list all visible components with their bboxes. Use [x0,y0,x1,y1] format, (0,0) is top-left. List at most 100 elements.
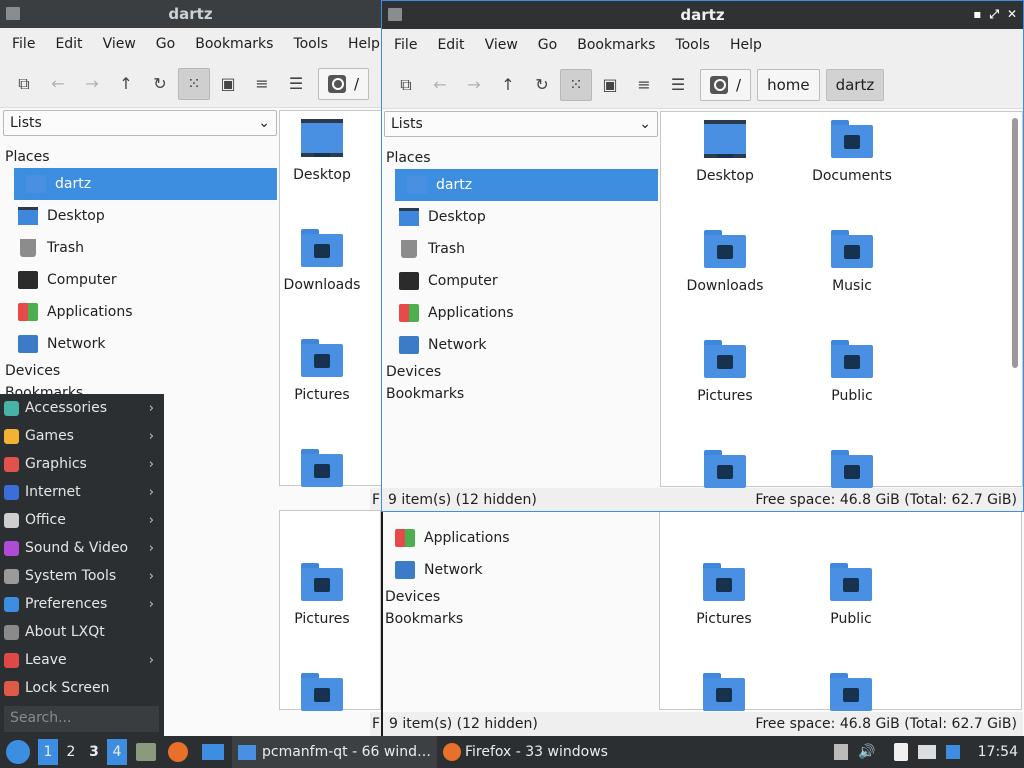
menu-view[interactable]: View [93,36,146,52]
icon-view-icon[interactable]: ⁙ [178,67,210,100]
clock[interactable]: 17:54 [978,744,1018,760]
menu-item-internet[interactable]: Internet › [0,478,164,506]
window-titlebar[interactable]: dartz [0,0,381,28]
menu-tools[interactable]: Tools [283,36,338,52]
menu-file[interactable]: File [384,37,427,53]
path-home-button[interactable]: home [757,68,820,101]
restore-icon[interactable]: ⤢ [989,7,999,22]
thumbnail-view-icon[interactable]: ▣ [594,69,626,101]
place-home[interactable]: dartz [395,169,658,201]
file-view[interactable]: Desktop Downloads Pictures [279,110,381,487]
new-window-icon[interactable]: ⧉ [8,68,40,100]
reload-icon[interactable]: ↻ [526,69,558,101]
place-network[interactable]: Network [387,329,658,361]
menu-item-games[interactable]: Games › [0,422,164,450]
up-arrow-icon[interactable]: ↑ [492,69,524,101]
menu-go[interactable]: Go [146,36,185,52]
file-pictures[interactable]: Pictures [258,339,381,403]
back-devices-label[interactable]: Devices [383,586,659,608]
file-downloads[interactable]: Downloads [661,230,789,294]
removable-media-icon[interactable] [834,744,849,760]
icon-view-icon[interactable]: ⁙ [560,68,592,101]
workspace-2[interactable]: 2 [61,739,81,765]
bookmarks-label[interactable]: Bookmarks [384,383,658,405]
menu-item-system-tools[interactable]: System Tools › [0,562,164,590]
file-documents[interactable]: Documents [788,120,916,184]
show-desktop-icon[interactable] [202,744,224,760]
file-public[interactable]: Public [788,340,916,404]
task-firefox[interactable]: Firefox - 33 windows [437,736,614,768]
close-icon[interactable]: ✕ [1007,7,1017,22]
menu-file[interactable]: File [2,36,45,52]
place-applications[interactable]: Applications [387,297,658,329]
menu-item-lock-screen[interactable]: Lock Screen [0,674,164,702]
place-desktop[interactable]: Desktop [6,200,277,232]
volume-icon[interactable]: 🔊 [858,744,875,760]
menu-view[interactable]: View [475,37,528,53]
menu-help[interactable]: Help [338,36,381,52]
back-file-pictures-left[interactable]: Pictures [258,563,386,627]
minimize-icon[interactable]: ▪ [973,7,981,22]
path-root-button[interactable]: / [318,67,370,100]
side-pane-mode-select[interactable]: Lists ⌄ [384,111,658,137]
place-desktop[interactable]: Desktop [387,201,658,233]
compact-view-icon[interactable]: ≡ [628,69,660,101]
back-file-pictures[interactable]: Pictures [660,563,788,627]
back-place-applications[interactable]: Applications [383,522,659,554]
update-notifier-icon[interactable] [945,745,960,759]
file-music[interactable]: Music [788,230,916,294]
back-file-view[interactable]: Pictures Public [659,510,1022,711]
thumbnail-view-icon[interactable]: ▣ [212,68,244,100]
new-window-icon[interactable]: ⧉ [390,69,422,101]
menu-search-input[interactable]: Search... [4,706,159,732]
menu-item-sound-video[interactable]: Sound & Video › [0,534,164,562]
side-pane-mode-select[interactable]: Lists ⌄ [3,110,277,136]
back-place-network[interactable]: Network [383,554,659,586]
lxqt-menu-icon[interactable] [6,740,30,764]
file-pictures[interactable]: Pictures [661,340,789,404]
place-trash[interactable]: Trash [6,232,277,264]
network-tray-icon[interactable] [917,745,936,759]
file-view[interactable]: Desktop Documents Downloads Music Pictur… [660,111,1023,488]
menu-bookmarks[interactable]: Bookmarks [567,37,665,53]
task-pcmanfm[interactable]: pcmanfm-qt - 66 wind… [232,736,437,768]
compact-view-icon[interactable]: ≡ [246,68,278,100]
devices-label[interactable]: Devices [384,361,658,383]
path-current-button[interactable]: dartz [825,68,885,101]
back-arrow-icon[interactable]: ← [424,69,456,101]
menu-item-leave[interactable]: Leave › [0,646,164,674]
places-label[interactable]: Places [384,147,658,169]
window-titlebar[interactable]: dartz ▪ ⤢ ✕ [382,1,1023,29]
forward-arrow-icon[interactable]: → [76,68,108,100]
place-computer[interactable]: Computer [387,265,658,297]
forward-arrow-icon[interactable]: → [458,69,490,101]
menu-tools[interactable]: Tools [665,37,720,53]
back-file-doc-left[interactable] [258,673,386,721]
file-manager-launcher-icon[interactable] [136,743,156,761]
path-root-button[interactable]: / [700,68,752,101]
back-file-public[interactable]: Public [787,563,915,627]
detailed-view-icon[interactable]: ☰ [280,68,312,100]
file-desktop[interactable]: Desktop [661,120,789,184]
workspace-4[interactable]: 4 [107,739,127,765]
workspace-1[interactable]: 1 [38,739,58,765]
menu-edit[interactable]: Edit [45,36,92,52]
back-arrow-icon[interactable]: ← [42,68,74,100]
file-desktop[interactable]: Desktop [258,119,381,183]
detailed-view-icon[interactable]: ☰ [662,69,694,101]
menu-edit[interactable]: Edit [427,37,474,53]
vertical-scrollbar[interactable] [1012,118,1018,368]
menu-item-preferences[interactable]: Preferences › [0,590,164,618]
place-computer[interactable]: Computer [6,264,277,296]
reload-icon[interactable]: ↻ [144,68,176,100]
menu-item-graphics[interactable]: Graphics › [0,450,164,478]
place-network[interactable]: Network [6,328,277,360]
back-file-view-left[interactable]: Pictures [279,510,381,711]
firefox-launcher-icon[interactable] [168,742,188,762]
menu-item-office[interactable]: Office › [0,506,164,534]
place-applications[interactable]: Applications [6,296,277,328]
file-templates[interactable] [258,449,381,497]
menu-go[interactable]: Go [528,37,567,53]
places-label[interactable]: Places [3,146,277,168]
menu-item-about-lxqt[interactable]: About LXQt [0,618,164,646]
